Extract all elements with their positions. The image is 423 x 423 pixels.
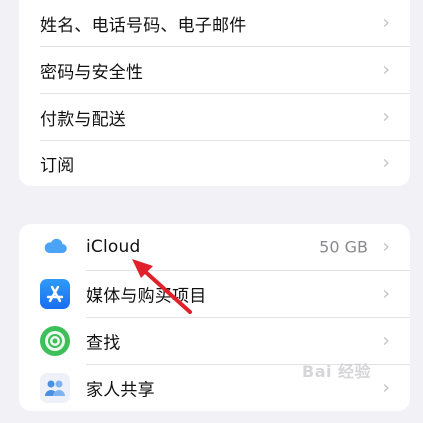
chevron-right-icon: › bbox=[382, 11, 390, 34]
row-label: 密码与安全性 bbox=[40, 62, 144, 83]
chevron-right-icon: › bbox=[382, 235, 390, 258]
services-group: iCloud 50 GB › 媒体与购买项目 › 查找 › 家人共享 › bbox=[19, 224, 410, 411]
watermark: Bai 经验 bbox=[302, 362, 372, 381]
row-name-phone-email[interactable]: 姓名、电话号码、电子邮件 › bbox=[19, 0, 410, 46]
family-sharing-icon bbox=[40, 373, 70, 403]
chevron-right-icon: › bbox=[382, 105, 390, 128]
row-subscriptions[interactable]: 订阅 › bbox=[19, 140, 410, 186]
app-store-icon bbox=[40, 279, 70, 309]
find-my-icon bbox=[40, 326, 70, 356]
row-media-purchases[interactable]: 媒体与购买项目 › bbox=[19, 271, 410, 317]
chevron-right-icon: › bbox=[382, 376, 390, 399]
row-label: 订阅 bbox=[40, 155, 75, 176]
row-payment-shipping[interactable]: 付款与配送 › bbox=[19, 94, 410, 140]
chevron-right-icon: › bbox=[382, 329, 390, 352]
row-label: iCloud bbox=[86, 237, 141, 257]
chevron-right-icon: › bbox=[382, 151, 390, 174]
row-label: 付款与配送 bbox=[40, 109, 126, 130]
row-label: 媒体与购买项目 bbox=[86, 286, 207, 307]
row-password-security[interactable]: 密码与安全性 › bbox=[19, 47, 410, 93]
icloud-icon bbox=[40, 232, 70, 262]
row-label: 家人共享 bbox=[86, 380, 155, 401]
row-icloud[interactable]: iCloud 50 GB › bbox=[19, 224, 410, 270]
chevron-right-icon: › bbox=[382, 58, 390, 81]
chevron-right-icon: › bbox=[382, 282, 390, 305]
row-label: 查找 bbox=[86, 333, 121, 354]
row-label: 姓名、电话号码、电子邮件 bbox=[40, 15, 247, 36]
account-settings-group: 姓名、电话号码、电子邮件 › 密码与安全性 › 付款与配送 › 订阅 › bbox=[19, 0, 410, 186]
storage-value: 50 GB bbox=[319, 237, 368, 257]
